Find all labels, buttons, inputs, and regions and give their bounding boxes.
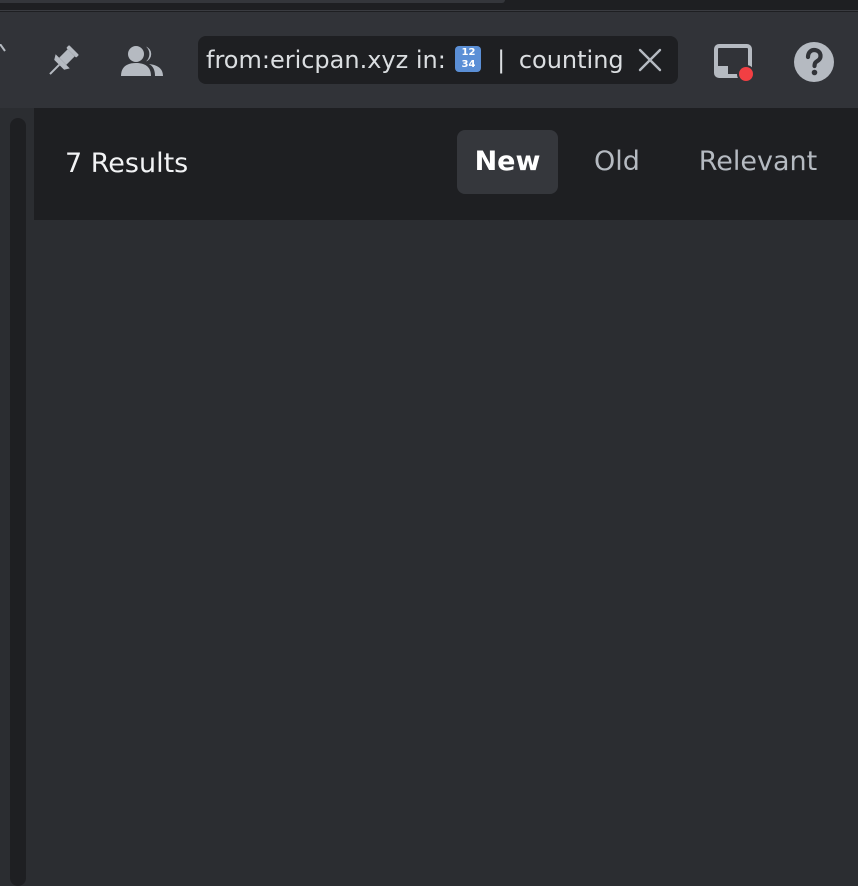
sort-tab-relevant[interactable]: Relevant xyxy=(680,130,836,194)
search-query-filter: from:ericpan.xyz in: xyxy=(206,46,446,74)
app-window: from:ericpan.xyz in: 12 34 | counting 7 … xyxy=(0,0,858,886)
chevron-right-icon[interactable] xyxy=(0,44,6,58)
emoji-bottom-digits: 34 xyxy=(461,59,476,70)
channel-toolbar: from:ericpan.xyz in: 12 34 | counting xyxy=(0,12,858,108)
scrollbar[interactable] xyxy=(10,118,26,886)
top-tab-edge xyxy=(0,0,505,3)
title-strip xyxy=(0,0,858,12)
search-bar[interactable]: from:ericpan.xyz in: 12 34 | counting xyxy=(198,36,678,84)
channel-list-edge xyxy=(0,108,34,886)
search-query-separator: | xyxy=(497,46,506,74)
pin-icon[interactable] xyxy=(40,40,84,84)
close-icon[interactable] xyxy=(634,44,666,76)
search-results-list xyxy=(34,220,858,886)
search-query[interactable]: from:ericpan.xyz in: 12 34 | counting xyxy=(206,36,624,84)
search-results-header: 7 Results New Old Relevant xyxy=(34,108,858,220)
members-icon[interactable] xyxy=(118,40,166,84)
search-query-channel: counting xyxy=(518,46,624,74)
input-numbers-emoji: 12 34 xyxy=(455,46,482,72)
help-icon[interactable] xyxy=(792,40,836,84)
results-count: 7 Results xyxy=(65,148,189,179)
sort-tab-new[interactable]: New xyxy=(457,130,558,194)
divider xyxy=(0,10,858,11)
notification-dot xyxy=(739,67,753,81)
emoji-top-digits: 12 xyxy=(461,47,476,58)
sort-tab-old[interactable]: Old xyxy=(574,130,660,194)
inbox-icon[interactable] xyxy=(712,40,758,86)
